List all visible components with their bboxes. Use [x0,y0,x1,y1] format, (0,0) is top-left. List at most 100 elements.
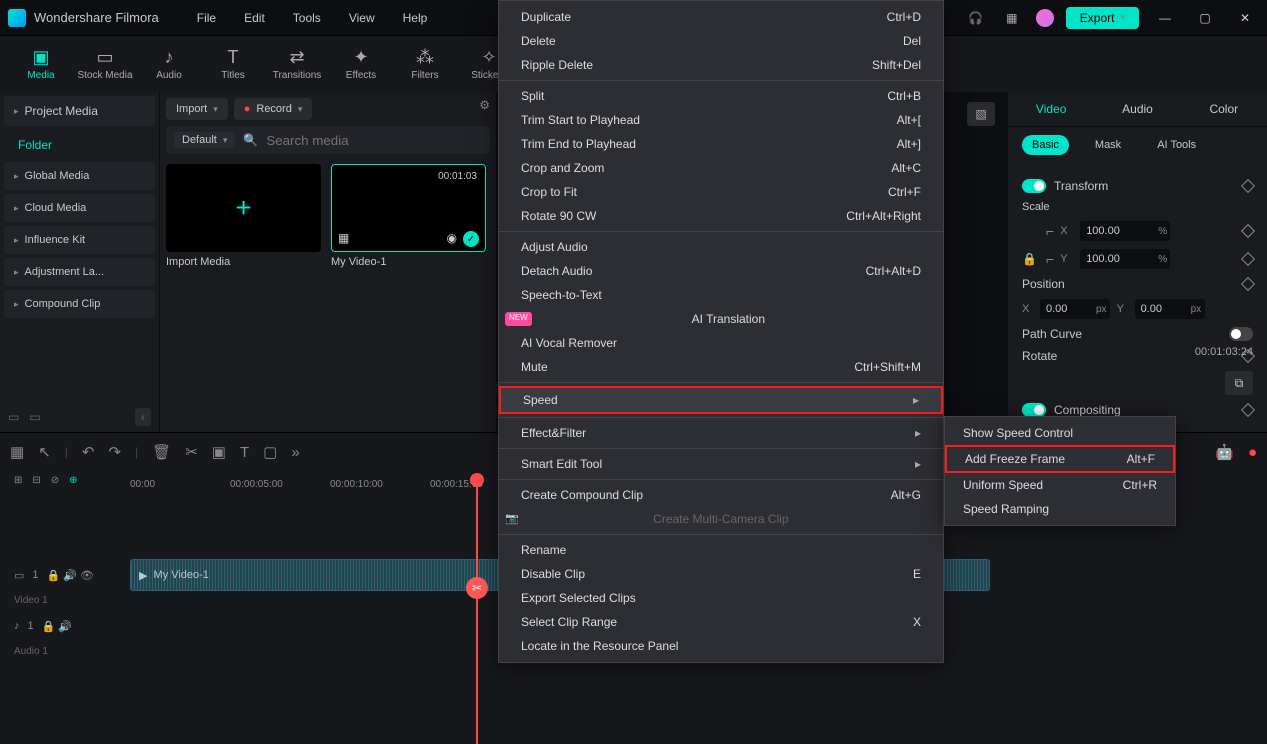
ctx-mute[interactable]: MuteCtrl+Shift+M [499,355,943,379]
playhead[interactable]: ✂ [476,479,478,744]
avatar-icon[interactable] [1036,9,1054,27]
subtab-mask[interactable]: Mask [1085,135,1131,155]
ctx-trim-start-to-playhead[interactable]: Trim Start to PlayheadAlt+[ [499,108,943,132]
tab-transitions[interactable]: ⇄Transitions [268,39,326,89]
ctx-rotate-90-cw[interactable]: Rotate 90 CWCtrl+Alt+Right [499,204,943,228]
ctx-adjust-audio[interactable]: Adjust Audio [499,235,943,259]
grid-icon[interactable]: ▦ [10,443,24,461]
menu-view[interactable]: View [335,7,389,29]
menu-file[interactable]: File [183,7,230,29]
import-media-card[interactable]: + Import Media [166,164,321,268]
text-icon[interactable]: T [240,444,249,461]
apps-icon[interactable]: ▦ [1000,6,1024,30]
record-marker-icon[interactable]: ● [1248,444,1257,461]
keyframe-icon[interactable] [1241,403,1255,417]
prop-tab-audio[interactable]: Audio [1094,92,1180,126]
ctx-effect-filter[interactable]: Effect&Filter [499,421,943,445]
compositing-toggle[interactable] [1022,403,1046,417]
filter-icon[interactable]: ⚙ [479,98,490,120]
minimize-button[interactable]: — [1151,6,1179,30]
new-bin-icon[interactable]: ▭ [29,410,40,424]
sidebar-adjustment-layer[interactable]: ▸Adjustment La... [4,258,155,286]
collapse-sidebar-icon[interactable]: ‹ [135,408,151,426]
tab-filters[interactable]: ⁂Filters [396,39,454,89]
project-media[interactable]: ▸Project Media [4,96,155,126]
sidebar-compound-clip[interactable]: ▸Compound Clip [4,290,155,318]
delete-icon[interactable]: 🗑 [152,443,171,461]
headset-icon[interactable]: 🎧 [964,6,988,30]
prop-tab-video[interactable]: Video [1008,92,1094,126]
subtab-ai-tools[interactable]: AI Tools [1147,135,1206,155]
keyframe-icon[interactable] [1241,179,1255,193]
scale-y-input[interactable] [1080,249,1170,269]
video-track-head[interactable]: ▭ 1 🔒 🔊 👁 [0,569,130,582]
more-icon[interactable]: » [291,444,299,461]
cut-icon[interactable]: ✂ [185,443,198,461]
ctx-speed[interactable]: Speed [499,386,943,414]
ctx-ai-vocal-remover[interactable]: AI Vocal Remover [499,331,943,355]
tl-insert-icon[interactable]: ⊞ [14,475,22,486]
transform-toggle[interactable] [1022,179,1046,193]
speed-speed-ramping[interactable]: Speed Ramping [945,497,1175,521]
ctx-select-clip-range[interactable]: Select Clip RangeX [499,610,943,634]
search-input[interactable] [266,133,482,148]
prop-tab-color[interactable]: Color [1181,92,1267,126]
pointer-icon[interactable]: ↖ [38,443,51,461]
media-clip-card[interactable]: 00:01:03 ▦ ◉ ✓ My Video-1 [331,164,486,268]
ctx-export-selected-clips[interactable]: Export Selected Clips [499,586,943,610]
speed-show-speed-control[interactable]: Show Speed Control [945,421,1175,445]
ctx-ripple-delete[interactable]: Ripple DeleteShift+Del [499,53,943,77]
tl-overwrite-icon[interactable]: ⊟ [32,475,40,486]
crop-icon[interactable]: ▣ [212,443,226,461]
maximize-button[interactable]: ▢ [1191,6,1219,30]
keyframe-icon[interactable] [1241,277,1255,291]
ctx-trim-end-to-playhead[interactable]: Trim End to PlayheadAlt+] [499,132,943,156]
ctx-create-compound-clip[interactable]: Create Compound ClipAlt+G [499,483,943,507]
ai-icon[interactable]: 🤖 [1215,443,1234,461]
menu-edit[interactable]: Edit [230,7,279,29]
tab-media[interactable]: ▣Media [12,39,70,89]
ctx-smart-edit-tool[interactable]: Smart Edit Tool [499,452,943,476]
copy-icon[interactable]: ⧉ [1225,371,1253,395]
audio-track-head[interactable]: ♪ 1 🔒 🔊 [0,620,130,633]
sidebar-influence-kit[interactable]: ▸Influence Kit [4,226,155,254]
undo-icon[interactable]: ↶ [82,443,95,461]
menu-tools[interactable]: Tools [279,7,335,29]
sidebar-cloud-media[interactable]: ▸Cloud Media [4,194,155,222]
subtab-basic[interactable]: Basic [1022,135,1069,155]
record-dropdown[interactable]: ●Record▾ [234,98,313,120]
tab-stock-media[interactable]: ▭Stock Media [76,39,134,89]
ctx-crop-and-zoom[interactable]: Crop and ZoomAlt+C [499,156,943,180]
ctx-speech-to-text[interactable]: Speech-to-Text [499,283,943,307]
folder-item[interactable]: Folder [0,130,159,160]
menu-help[interactable]: Help [389,7,442,29]
ctx-duplicate[interactable]: DuplicateCtrl+D [499,5,943,29]
tab-effects[interactable]: ✦Effects [332,39,390,89]
speed-uniform-speed[interactable]: Uniform SpeedCtrl+R [945,473,1175,497]
ctx-disable-clip[interactable]: Disable ClipE [499,562,943,586]
snapshot-icon[interactable]: ▧ [967,102,995,126]
ctx-detach-audio[interactable]: Detach AudioCtrl+Alt+D [499,259,943,283]
speed-add-freeze-frame[interactable]: Add Freeze FrameAlt+F [945,445,1175,473]
keyframe-icon[interactable] [1241,224,1255,238]
keyframe-icon[interactable] [1241,252,1255,266]
tab-audio[interactable]: ♪Audio [140,39,198,89]
tl-link-icon[interactable]: ⊘ [51,475,59,486]
ctx-rename[interactable]: Rename [499,538,943,562]
tab-titles[interactable]: TTitles [204,39,262,89]
ctx-crop-to-fit[interactable]: Crop to FitCtrl+F [499,180,943,204]
tl-magnet-icon[interactable]: ⊕ [69,475,77,486]
ctx-split[interactable]: SplitCtrl+B [499,84,943,108]
cut-marker-icon[interactable]: ✂ [466,577,488,599]
ctx-locate-in-the-resource-panel[interactable]: Locate in the Resource Panel [499,634,943,658]
sort-dropdown[interactable]: Default▾ [174,132,235,148]
path-curve-toggle[interactable] [1229,327,1253,341]
box-icon[interactable]: ▢ [263,443,277,461]
ctx-delete[interactable]: DeleteDel [499,29,943,53]
sidebar-global-media[interactable]: ▸Global Media [4,162,155,190]
scale-x-input[interactable] [1080,221,1170,241]
redo-icon[interactable]: ↷ [108,443,121,461]
new-folder-icon[interactable]: ▭ [8,410,19,424]
ctx-ai-translation[interactable]: NEWAI Translation [499,307,943,331]
close-button[interactable]: ✕ [1231,6,1259,30]
